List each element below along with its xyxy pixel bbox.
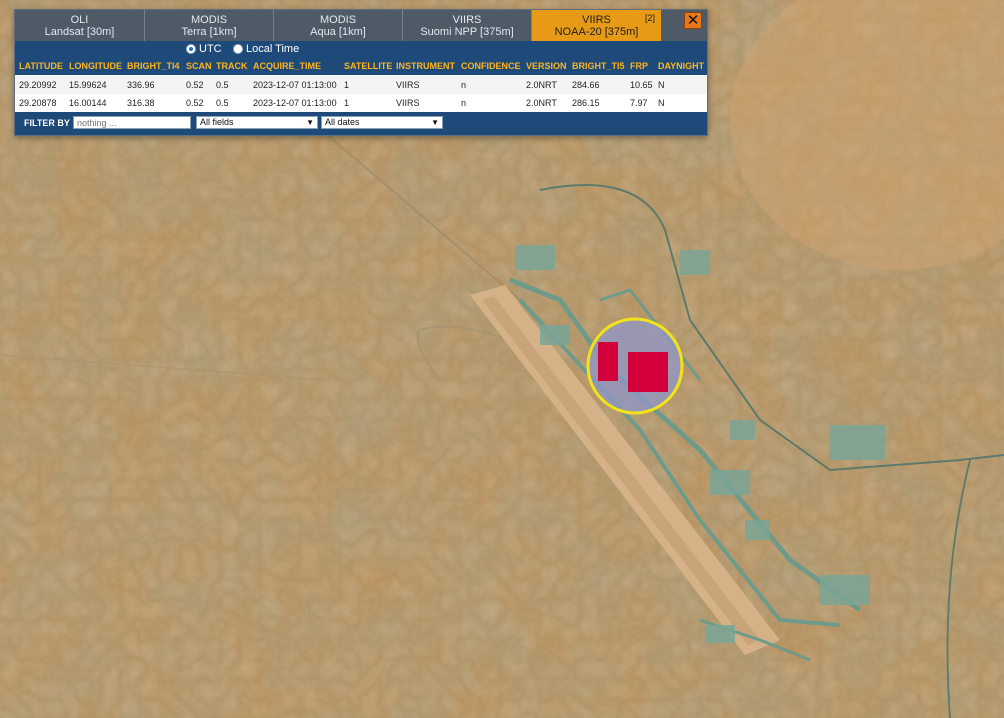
tab-sublabel: Suomi NPP [375m]	[420, 26, 514, 38]
fire-detection-marker	[628, 352, 668, 392]
local-time-label: Local Time	[246, 43, 300, 55]
table-cell: 0.5	[216, 80, 229, 90]
chevron-down-icon: ▼	[431, 118, 439, 127]
tab-sublabel: Terra [1km]	[181, 26, 237, 38]
col-header[interactable]: INSTRUMENT	[396, 58, 455, 75]
table-cell: VIIRS	[396, 80, 420, 90]
chevron-down-icon: ▼	[306, 118, 314, 127]
tab-viirs-suomi-npp[interactable]: VIIRS Suomi NPP [375m]	[403, 10, 532, 41]
table-cell: VIIRS	[396, 98, 420, 108]
table-cell: 0.52	[186, 98, 204, 108]
tab-label: VIIRS	[452, 14, 482, 26]
filter-label: FILTER BY	[24, 118, 70, 128]
col-header[interactable]: TRACK	[216, 58, 248, 75]
col-header[interactable]: BRIGHT_TI4	[127, 58, 180, 75]
table-cell: n	[461, 98, 467, 108]
col-header[interactable]: DAYNIGHT	[658, 58, 704, 75]
date-select[interactable]: All dates ▼	[321, 116, 443, 129]
filter-bar: FILTER BY All fields ▼ All dates ▼	[15, 112, 707, 135]
col-header[interactable]: CONFIDENCE	[461, 58, 521, 75]
utc-radio-option[interactable]: UTC	[186, 43, 222, 55]
table-cell: 0.52	[186, 80, 204, 90]
radio-selected-icon[interactable]	[186, 44, 196, 54]
table-header: LATITUDE LONGITUDE BRIGHT_TI4 SCAN TRACK…	[15, 58, 707, 75]
tab-viirs-noaa-20[interactable]: VIIRS NOAA-20 [375m] [2]	[532, 10, 661, 41]
fire-detections-panel: OLI Landsat [30m] MODIS Terra [1km] MODI…	[14, 9, 708, 136]
close-icon: ✕	[686, 12, 700, 29]
date-select-value: All dates	[325, 117, 360, 127]
table-cell: 2023-12-07 01:13:00	[253, 98, 337, 108]
col-header[interactable]: VERSION	[526, 58, 567, 75]
field-select-value: All fields	[200, 117, 234, 127]
tab-label: MODIS	[190, 14, 228, 26]
tab-sublabel: Aqua [1km]	[310, 26, 366, 38]
table-cell: 316.38	[127, 98, 155, 108]
sensor-tabs: OLI Landsat [30m] MODIS Terra [1km] MODI…	[15, 10, 707, 41]
utc-label: UTC	[199, 43, 222, 55]
table-cell: 16.00144	[69, 98, 107, 108]
local-time-radio-option[interactable]: Local Time	[233, 43, 299, 55]
tab-oli-landsat[interactable]: OLI Landsat [30m]	[15, 10, 145, 41]
table-cell: N	[658, 80, 665, 90]
col-header[interactable]: SCAN	[186, 58, 212, 75]
radio-unselected-icon[interactable]	[233, 44, 243, 54]
filter-input[interactable]	[73, 116, 191, 129]
col-header[interactable]: FRP	[630, 58, 648, 75]
tab-label: VIIRS	[582, 14, 611, 26]
table-cell: 2.0NRT	[526, 80, 557, 90]
table-cell: 29.20992	[19, 80, 57, 90]
col-header[interactable]: SATELLITE	[344, 58, 392, 75]
table-cell: 2023-12-07 01:13:00	[253, 80, 337, 90]
result-count-badge: [2]	[644, 13, 655, 23]
table-cell: 0.5	[216, 98, 229, 108]
table-row[interactable]: 29.20878 16.00144 316.38 0.52 0.5 2023-1…	[15, 94, 707, 112]
table-row[interactable]: 29.20992 15.99624 336.96 0.52 0.5 2023-1…	[15, 76, 707, 94]
table-cell: 286.15	[572, 98, 600, 108]
tab-sublabel: NOAA-20 [375m]	[554, 26, 639, 38]
table-cell: 1	[344, 98, 350, 108]
field-select[interactable]: All fields ▼	[196, 116, 318, 129]
tab-label: MODIS	[319, 14, 357, 26]
time-mode-bar: UTC Local Time	[15, 41, 707, 58]
col-header[interactable]: LONGITUDE	[69, 58, 122, 75]
table-cell: 2.0NRT	[526, 98, 557, 108]
table-cell: 284.66	[572, 80, 600, 90]
fire-detection-marker	[598, 342, 618, 381]
table-cell: 15.99624	[69, 80, 107, 90]
tab-sublabel: Landsat [30m]	[44, 26, 115, 38]
table-cell: 1	[344, 80, 350, 90]
table-cell: N	[658, 98, 665, 108]
col-header[interactable]: ACQUIRE_TIME	[253, 58, 321, 75]
table-cell: 10.65	[630, 80, 653, 90]
tab-label: OLI	[70, 14, 89, 26]
table-cell: 7.97	[630, 98, 648, 108]
tab-modis-aqua[interactable]: MODIS Aqua [1km]	[274, 10, 403, 41]
table-cell: 336.96	[127, 80, 155, 90]
tab-modis-terra[interactable]: MODIS Terra [1km]	[145, 10, 274, 41]
table-cell: 29.20878	[19, 98, 57, 108]
col-header[interactable]: LATITUDE	[19, 58, 63, 75]
close-button[interactable]: ✕	[684, 12, 702, 29]
table-cell: n	[461, 80, 467, 90]
col-header[interactable]: BRIGHT_TI5	[572, 58, 625, 75]
